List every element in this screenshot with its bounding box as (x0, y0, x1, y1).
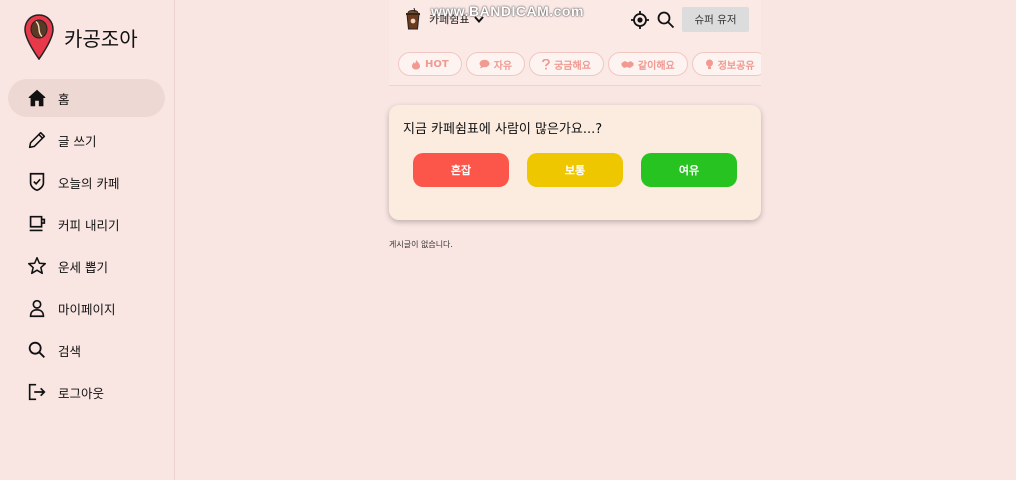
user-icon (29, 299, 45, 318)
tag-question[interactable]: 궁금해요 (529, 52, 604, 76)
category-tags: HOT 자유 궁금해요 같이해요 정보공유 (398, 52, 761, 76)
tag-free[interactable]: 자유 (465, 52, 526, 76)
chevron-down-icon (474, 16, 485, 24)
sidebar-item-logout[interactable]: 로그아웃 (8, 373, 165, 411)
header-actions: 슈퍼 유저 (630, 7, 749, 32)
sidebar-item-label: 로그아웃 (58, 385, 105, 401)
poll-option-quiet-button[interactable]: 여유 (641, 153, 737, 187)
sidebar: 카공조아 홈 글 쓰기 오늘의 카페 커피 내리기 운세 뽑기 마이페이지 검색… (0, 0, 175, 480)
crowd-poll-card: 지금 카페쉼표에 사람이 많은가요...? 혼잡 보통 여유 (389, 105, 761, 220)
handshake-icon (621, 60, 634, 68)
iced-coffee-icon (406, 7, 420, 30)
sidebar-item-mypage[interactable]: 마이페이지 (8, 289, 165, 327)
search-icon[interactable] (656, 10, 676, 30)
sidebar-item-label: 커피 내리기 (58, 217, 120, 233)
user-button[interactable]: 슈퍼 유저 (682, 7, 749, 32)
board-header: 카페쉼표 슈퍼 유저 HOT 자유 궁금해요 같이해요 정보공유 (389, 0, 761, 86)
cafe-selector[interactable]: 카페쉼표 (403, 7, 485, 31)
search-icon (28, 341, 45, 358)
sidebar-item-brew-coffee[interactable]: 커피 내리기 (8, 205, 165, 243)
sidebar-nav: 홈 글 쓰기 오늘의 카페 커피 내리기 운세 뽑기 마이페이지 검색 로그아웃 (8, 79, 165, 415)
poll-option-busy-button[interactable]: 혼잡 (413, 153, 509, 187)
sidebar-item-search[interactable]: 검색 (8, 331, 165, 369)
tag-info-share[interactable]: 정보공유 (691, 52, 761, 76)
logo[interactable]: 카공조아 (24, 14, 138, 60)
cafe-name: 카페쉼표 (429, 13, 470, 26)
bulb-icon (705, 59, 713, 69)
location-target-icon[interactable] (630, 10, 650, 30)
sidebar-item-label: 홈 (58, 91, 70, 107)
brand-name: 카공조아 (64, 26, 138, 51)
logout-icon (28, 383, 46, 401)
tag-label: 궁금해요 (554, 60, 591, 72)
sidebar-item-fortune[interactable]: 운세 뽑기 (8, 247, 165, 285)
fire-icon (412, 59, 420, 69)
sidebar-item-today-cafe[interactable]: 오늘의 카페 (8, 163, 165, 201)
pencil-icon (28, 131, 46, 149)
sidebar-item-label: 오늘의 카페 (58, 175, 120, 191)
sidebar-item-label: 운세 뽑기 (58, 259, 108, 275)
tag-label: HOT (425, 58, 449, 70)
poll-option-normal-button[interactable]: 보통 (527, 153, 623, 187)
sidebar-item-label: 마이페이지 (58, 301, 116, 317)
star-icon (27, 256, 47, 275)
home-icon (28, 89, 46, 107)
poll-question: 지금 카페쉼표에 사람이 많은가요...? (403, 122, 603, 137)
tag-label: 같이해요 (637, 60, 675, 72)
sidebar-item-label: 글 쓰기 (58, 133, 97, 149)
tag-hot[interactable]: HOT (398, 52, 462, 76)
tag-label: 정보공유 (717, 60, 755, 72)
map-pin-coffee-icon (24, 14, 54, 60)
tag-together[interactable]: 같이해요 (607, 52, 688, 76)
sidebar-item-home[interactable]: 홈 (8, 79, 165, 117)
sidebar-item-label: 검색 (58, 343, 82, 359)
sidebar-item-write[interactable]: 글 쓰기 (8, 121, 165, 159)
coffee-cup-icon (29, 215, 46, 232)
tag-label: 자유 (493, 60, 513, 72)
empty-posts-message: 게시글이 없습니다. (389, 240, 453, 249)
shield-check-icon (29, 172, 45, 192)
chat-icon (479, 59, 490, 69)
question-icon (542, 58, 551, 70)
